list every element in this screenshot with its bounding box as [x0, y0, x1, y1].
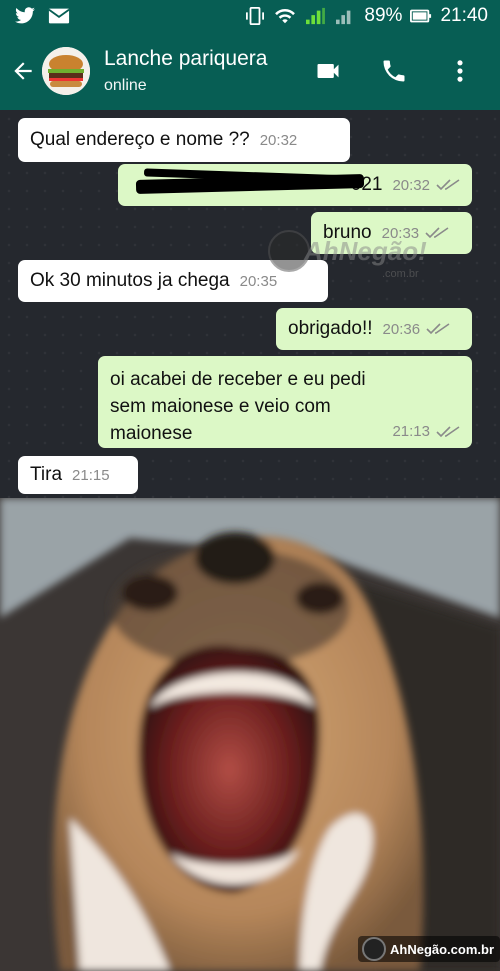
twitter-icon [15, 7, 35, 24]
watermark-subtext: .com.br [382, 268, 419, 280]
double-check-icon [426, 323, 450, 335]
message-time: 20:32 [392, 176, 430, 194]
watermark-text: AhNegão! [304, 235, 427, 266]
contact-status: online [104, 77, 147, 94]
message-time: 20:36 [382, 320, 421, 338]
message-time: 21:15 [72, 466, 110, 484]
chat-area[interactable]: Qual endereço e nome ?? 20:32 021 20:32 … [0, 110, 500, 498]
message-text: Qual endereço e nome ?? [30, 129, 250, 150]
double-check-icon [436, 179, 460, 191]
more-vert-icon[interactable] [446, 57, 474, 85]
chat-watermark: AhNegão! [268, 230, 427, 272]
message-time: 20:35 [239, 272, 278, 290]
chat-header: Lanche pariquera online [0, 32, 500, 110]
status-bar: 89% 21:40 [0, 0, 500, 32]
message-outgoing[interactable]: oi acabei de receber e eu pedi sem maion… [98, 356, 472, 448]
signal-icon-2 [336, 10, 351, 25]
signal-icon [306, 7, 326, 25]
message-incoming[interactable]: Tira 21:15 [18, 456, 138, 494]
phone-icon[interactable] [380, 57, 408, 85]
message-incoming[interactable]: Qual endereço e nome ?? 20:32 [18, 118, 350, 162]
wifi-icon [275, 8, 296, 24]
dog-yawning-photo [0, 498, 500, 971]
message-text: Tira [30, 464, 63, 485]
vibrate-icon [246, 7, 265, 25]
watermark-text: AhNegão.com.br [390, 941, 495, 957]
message-outgoing[interactable]: obrigado!! 20:36 [276, 308, 472, 350]
message-outgoing[interactable]: 021 20:32 [118, 164, 472, 206]
message-text: oi acabei de receber e eu pedi sem maion… [110, 369, 366, 444]
clock: 21:40 [440, 5, 488, 26]
double-check-icon [425, 227, 449, 239]
message-time: 20:32 [259, 131, 298, 149]
photo-watermark: AhNegão.com.br [358, 936, 500, 962]
mail-icon [48, 8, 70, 24]
message-time: 21:13 [392, 423, 430, 440]
back-arrow-icon[interactable] [10, 58, 36, 84]
double-check-icon [436, 425, 460, 437]
mascot-icon [362, 937, 386, 961]
battery-percentage: 89% [364, 5, 403, 26]
burger-avatar[interactable] [42, 47, 90, 95]
video-call-icon[interactable] [314, 57, 342, 85]
message-text: Ok 30 minutos ja chega [30, 270, 230, 291]
battery-icon [410, 9, 432, 23]
contact-name[interactable]: Lanche pariquera [104, 47, 267, 71]
message-text: obrigado!! [288, 318, 373, 339]
